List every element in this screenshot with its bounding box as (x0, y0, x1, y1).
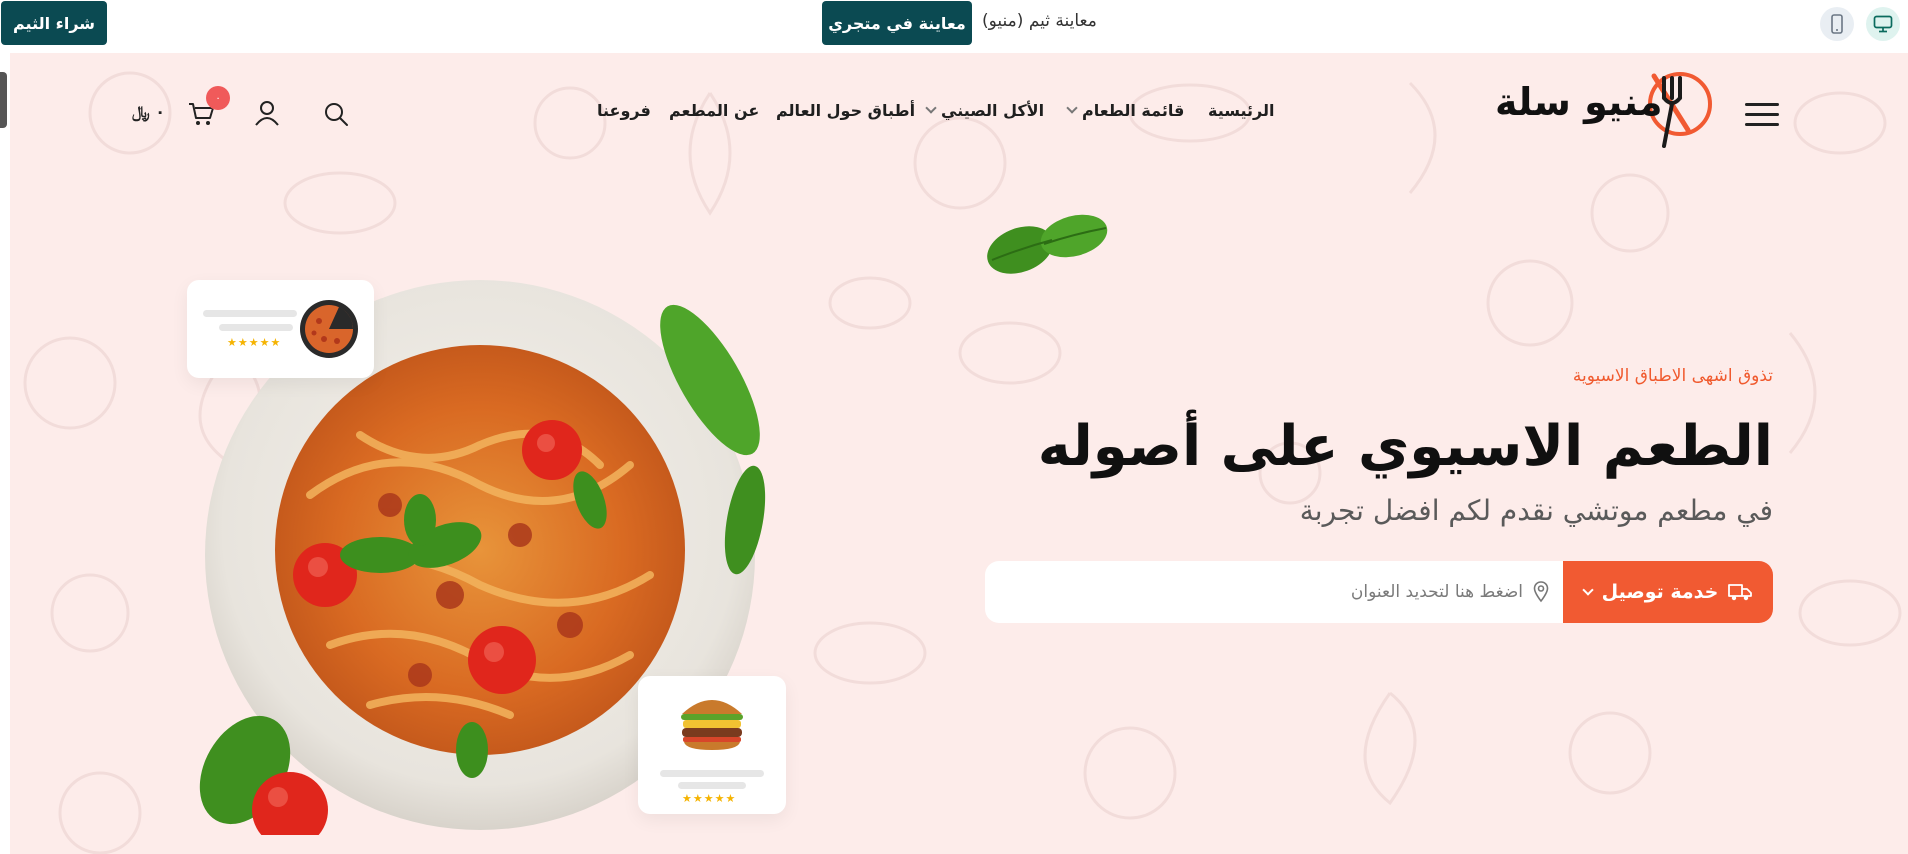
burger-card[interactable]: ★★★★★ (638, 676, 786, 814)
logo-text[interactable]: منيو سلة (1495, 80, 1663, 124)
mobile-view-button[interactable] (1820, 7, 1854, 41)
basil-leaves-image (987, 214, 1108, 274)
hero-tagline: تذوق اشهى الاطباق الاسيوية (1572, 366, 1773, 386)
address-field[interactable] (985, 561, 1563, 623)
rating-stars: ★★★★★ (682, 792, 737, 805)
placeholder-line (219, 324, 293, 331)
mobile-icon (1831, 14, 1843, 34)
delivery-address-bar: خدمة توصيل (985, 561, 1773, 623)
cart-count-badge: ٠ (206, 86, 230, 110)
placeholder-line (660, 770, 764, 777)
preview-bar: شراء الثيم معاينة في متجري معاينة ثيم (م… (0, 0, 1908, 53)
nav-item-home[interactable]: الرئيسية (1208, 101, 1275, 120)
nav-item-chinese-food[interactable]: الأكل الصيني (925, 101, 1044, 120)
chevron-down-icon (925, 102, 937, 114)
nav-item-food-menu[interactable]: قائمة الطعام (1066, 101, 1184, 120)
hero-subline: في مطعم موتشي نقدم لكم افضل تجربة (1299, 494, 1773, 527)
search-icon (325, 103, 348, 126)
address-input[interactable] (1123, 582, 1523, 602)
chevron-down-icon (1581, 583, 1594, 596)
search-button[interactable] (320, 98, 352, 130)
pizza-card[interactable]: ★★★★★ (187, 280, 374, 378)
nav-item-about[interactable]: عن المطعم (669, 101, 759, 120)
location-pin-icon (1533, 581, 1549, 603)
nav-item-branches[interactable]: فروعنا (597, 101, 651, 120)
delivery-service-dropdown[interactable]: خدمة توصيل (1563, 561, 1773, 623)
buy-theme-button[interactable]: شراء الثيم (1, 1, 107, 45)
preview-in-store-button[interactable]: معاينة في متجري (822, 1, 972, 45)
theme-preview-label: معاينة ثيم (منيو) (982, 11, 1097, 31)
placeholder-line (678, 782, 746, 789)
user-icon (255, 101, 279, 126)
account-button[interactable] (250, 96, 284, 130)
cart-total: ٠ ﷼ (132, 102, 166, 121)
left-edge (0, 53, 10, 854)
rating-stars: ★★★★★ (227, 336, 282, 349)
burger-icon (681, 700, 743, 750)
pizza-icon (300, 300, 358, 358)
nav-item-world-dishes[interactable]: أطباق حول العالم (776, 101, 915, 120)
hero-headline: الطعم الاسيوي على أصوله (1037, 414, 1773, 479)
desktop-icon (1873, 15, 1893, 33)
menu-toggle-button[interactable] (1745, 103, 1779, 127)
desktop-view-button[interactable] (1866, 7, 1900, 41)
delivery-service-label: خدمة توصيل (1601, 581, 1719, 603)
chevron-down-icon (1066, 102, 1078, 114)
side-drawer-handle[interactable] (0, 72, 7, 128)
delivery-truck-icon (1728, 584, 1753, 601)
placeholder-line (203, 310, 297, 317)
